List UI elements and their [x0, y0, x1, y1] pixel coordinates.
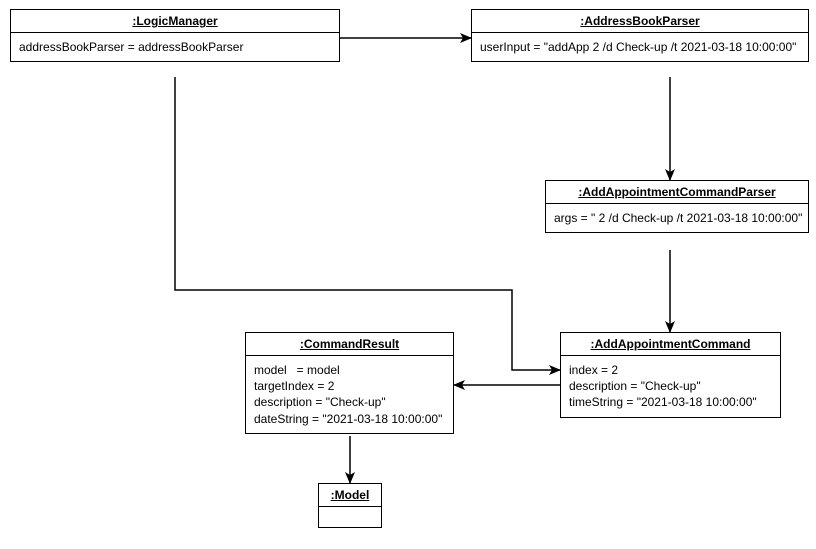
object-add-appointment-command: :AddAppointmentCommand index = 2 descrip… [560, 332, 781, 418]
object-title: :LogicManager [11, 10, 339, 33]
object-attributes: args = " 2 /d Check-up /t 2021-03-18 10:… [546, 204, 808, 232]
object-logic-manager: :LogicManager addressBookParser = addres… [10, 9, 340, 62]
object-attributes: index = 2 description = "Check-up" timeS… [561, 356, 780, 417]
object-title: :Model [319, 484, 381, 507]
object-title: :AddAppointmentCommandParser [546, 181, 808, 204]
object-title: :AddressBookParser [472, 10, 808, 33]
object-attributes: addressBookParser = addressBookParser [11, 33, 339, 61]
object-add-appointment-command-parser: :AddAppointmentCommandParser args = " 2 … [545, 180, 809, 233]
object-title: :CommandResult [246, 333, 453, 356]
object-attributes: userInput = "addApp 2 /d Check-up /t 202… [472, 33, 808, 61]
object-address-book-parser: :AddressBookParser userInput = "addApp 2… [471, 9, 809, 62]
link-logicmanager-to-addappointmentcommand [175, 77, 560, 370]
arrows-layer [0, 0, 816, 549]
object-attributes: model = model targetIndex = 2 descriptio… [246, 356, 453, 433]
uml-object-diagram: :LogicManager addressBookParser = addres… [0, 0, 816, 549]
object-command-result: :CommandResult model = model targetIndex… [245, 332, 454, 434]
object-attributes [319, 507, 381, 527]
object-title: :AddAppointmentCommand [561, 333, 780, 356]
object-model: :Model [318, 483, 382, 528]
